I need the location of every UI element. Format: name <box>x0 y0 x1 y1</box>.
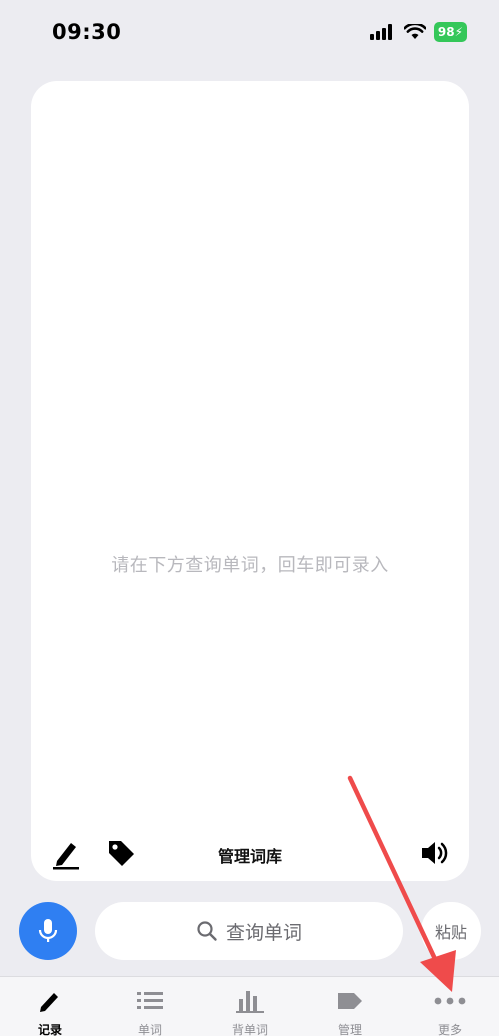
search-icon <box>197 921 217 941</box>
wifi-icon <box>403 24 426 39</box>
manage-library-button[interactable]: 管理词库 <box>31 843 469 867</box>
status-icons: 98⚡ <box>369 22 467 42</box>
bar-chart-icon <box>236 991 264 1013</box>
tab-label: 更多 <box>437 1023 462 1036</box>
tab-record[interactable]: 记录 <box>10 987 90 1036</box>
search-placeholder: 查询单词 <box>225 921 302 944</box>
speaker-icon[interactable] <box>419 837 451 869</box>
tab-more[interactable]: 更多 <box>410 987 490 1036</box>
cellular-signal-icon <box>369 24 392 40</box>
status-time: 09:30 <box>52 20 122 44</box>
status-bar: 09:30 98⚡ <box>0 0 499 66</box>
tab-label: 单词 <box>137 1023 162 1036</box>
empty-hint: 请在下方查询单词，回车即可录入 <box>111 555 389 576</box>
pencil-icon <box>40 993 58 1012</box>
battery-indicator: 98⚡ <box>433 22 467 42</box>
tab-label: 管理 <box>337 1023 362 1036</box>
battery-level: 98 <box>437 25 455 39</box>
paste-button[interactable]: 粘贴 <box>421 902 481 960</box>
tab-memorize[interactable]: 背单词 <box>210 987 290 1036</box>
tab-manage[interactable]: 管理 <box>310 987 390 1036</box>
microphone-icon <box>38 919 58 942</box>
tag-icon <box>338 993 362 1009</box>
voice-input-button[interactable] <box>19 902 77 960</box>
card-toolbar: 管理词库 <box>31 833 469 873</box>
search-input[interactable]: 查询单词 <box>95 902 403 960</box>
tab-bar: 记录 单词 背单词 管理 更多 <box>0 976 499 1036</box>
tab-label: 记录 <box>37 1023 62 1036</box>
tab-label: 背单词 <box>231 1023 268 1036</box>
more-icon <box>434 997 466 1005</box>
list-icon <box>137 992 163 1009</box>
tab-words[interactable]: 单词 <box>110 987 190 1036</box>
charging-bolt-icon: ⚡ <box>454 25 463 39</box>
word-record-card: 请在下方查询单词，回车即可录入 管理词库 <box>31 81 469 881</box>
